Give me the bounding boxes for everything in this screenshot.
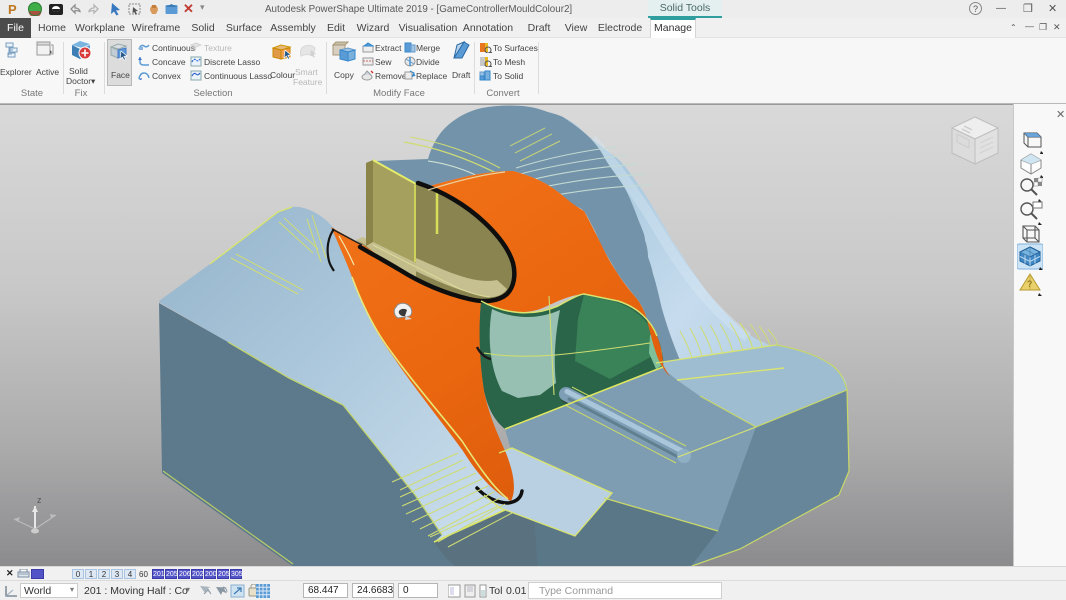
svg-text:?: ? <box>1027 279 1032 289</box>
svg-text:z: z <box>37 495 42 505</box>
